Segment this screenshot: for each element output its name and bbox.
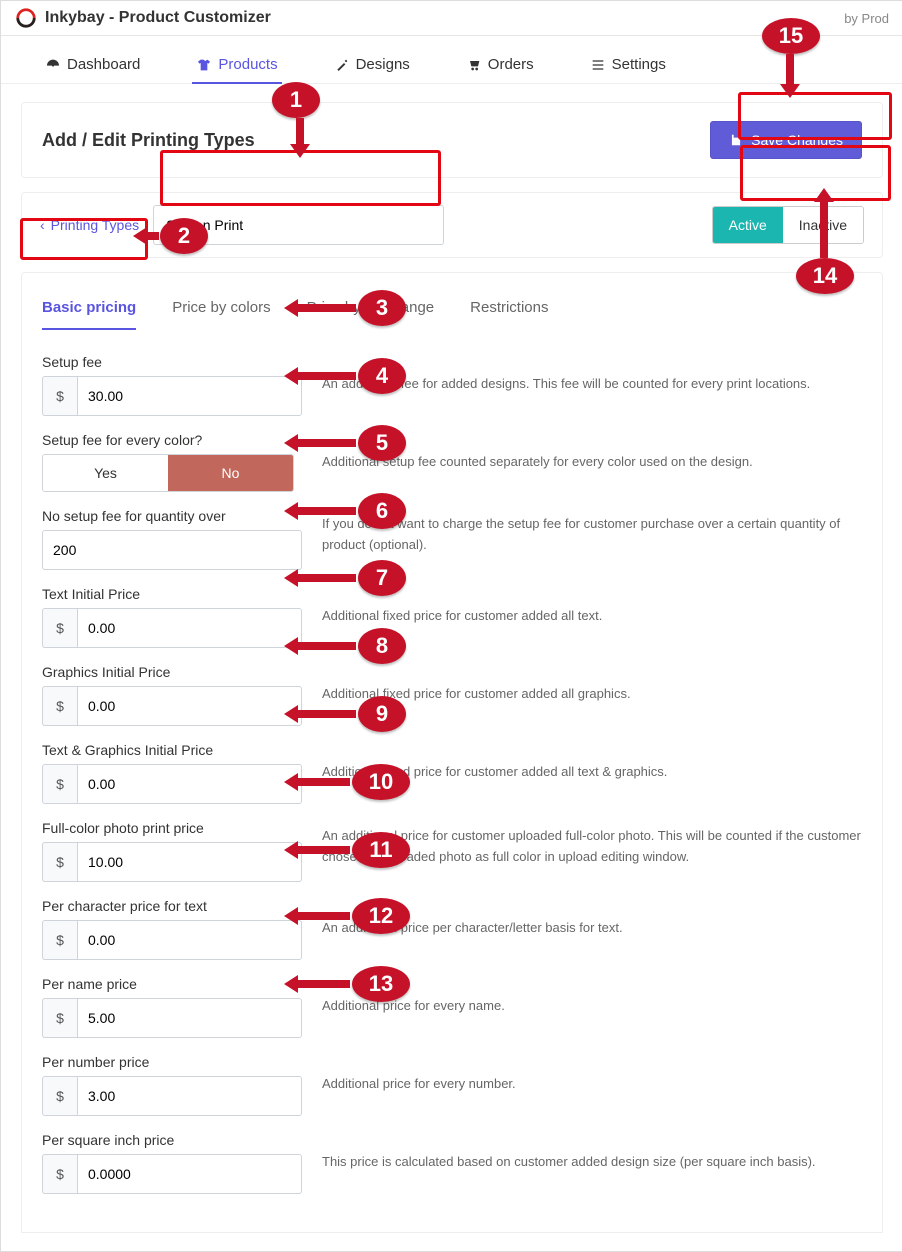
page-title: Add / Edit Printing Types <box>42 130 255 151</box>
per-number-input[interactable] <box>77 1076 302 1116</box>
brand: Inkybay - Product Customizer <box>15 7 271 29</box>
printing-type-name <box>153 205 418 245</box>
field-no-setup-over: No setup fee for quantity over If you do… <box>42 500 862 578</box>
app-name: Inkybay - Product Customizer <box>45 9 271 27</box>
field-graphics-initial: Graphics Initial Price $ Additional fixe… <box>42 656 862 734</box>
field-setup-fee-per-color: Setup fee for every color? Yes No Additi… <box>42 424 862 500</box>
nav-dashboard[interactable]: Dashboard <box>41 46 144 83</box>
tab-price-by-size[interactable]: Price by size range <box>307 289 435 330</box>
name-row: ‹Printing Types Active Inactive <box>21 192 883 258</box>
status-active[interactable]: Active <box>713 207 783 243</box>
save-button[interactable]: Save Changes <box>710 121 862 159</box>
tab-restrictions[interactable]: Restrictions <box>470 289 548 330</box>
graphics-initial-input[interactable] <box>77 686 302 726</box>
nav: Dashboard Products Designs Orders Settin… <box>1 36 902 84</box>
per-char-input[interactable] <box>77 920 302 960</box>
back-link[interactable]: ‹Printing Types <box>40 217 139 233</box>
status-toggle: Active Inactive <box>712 206 864 244</box>
tshirt-icon <box>196 57 212 73</box>
cart-icon <box>466 57 482 73</box>
field-textgfx-initial: Text & Graphics Initial Price $ Addition… <box>42 734 862 812</box>
brand-logo-icon <box>15 7 37 29</box>
setup-fee-input[interactable] <box>77 376 302 416</box>
save-icon <box>729 133 743 147</box>
photo-price-input[interactable] <box>77 842 302 882</box>
per-name-input[interactable] <box>77 998 302 1038</box>
field-per-number: Per number price $ Additional price for … <box>42 1046 862 1124</box>
setup-fee-per-color-no[interactable]: No <box>168 455 293 491</box>
fields: Setup fee $ An additional fee for added … <box>21 330 883 1233</box>
chevron-left-icon: ‹ <box>40 217 45 233</box>
name-input[interactable] <box>153 205 444 245</box>
nav-orders[interactable]: Orders <box>462 46 538 83</box>
currency-symbol: $ <box>42 376 77 416</box>
nav-settings[interactable]: Settings <box>586 46 670 83</box>
status-inactive[interactable]: Inactive <box>783 207 863 243</box>
field-photo-price: Full-color photo print price $ An additi… <box>42 812 862 890</box>
per-sqin-input[interactable] <box>77 1154 302 1194</box>
byline: by Prod <box>844 11 889 26</box>
sliders-icon <box>590 57 606 73</box>
field-text-initial: Text Initial Price $ Additional fixed pr… <box>42 578 862 656</box>
setup-fee-per-color-toggle: Yes No <box>42 454 294 492</box>
field-per-sqin: Per square inch price $ This price is ca… <box>42 1124 862 1202</box>
nav-designs[interactable]: Designs <box>330 46 414 83</box>
page-header: Add / Edit Printing Types Save Changes <box>21 102 883 178</box>
dashboard-icon <box>45 57 61 73</box>
magic-icon <box>334 57 350 73</box>
textgfx-initial-input[interactable] <box>77 764 302 804</box>
text-initial-input[interactable] <box>77 608 302 648</box>
pricing-tabs: Basic pricing Price by colors Price by s… <box>21 272 883 330</box>
no-setup-over-input[interactable] <box>42 530 302 570</box>
nav-products[interactable]: Products <box>192 46 281 83</box>
topbar: Inkybay - Product Customizer by Prod <box>1 1 902 36</box>
field-per-name: Per name price $ Additional price for ev… <box>42 968 862 1046</box>
setup-fee-per-color-yes[interactable]: Yes <box>43 455 168 491</box>
tab-price-by-colors[interactable]: Price by colors <box>172 289 270 330</box>
field-setup-fee: Setup fee $ An additional fee for added … <box>42 346 862 424</box>
field-per-char: Per character price for text $ An additi… <box>42 890 862 968</box>
tab-basic-pricing[interactable]: Basic pricing <box>42 289 136 330</box>
